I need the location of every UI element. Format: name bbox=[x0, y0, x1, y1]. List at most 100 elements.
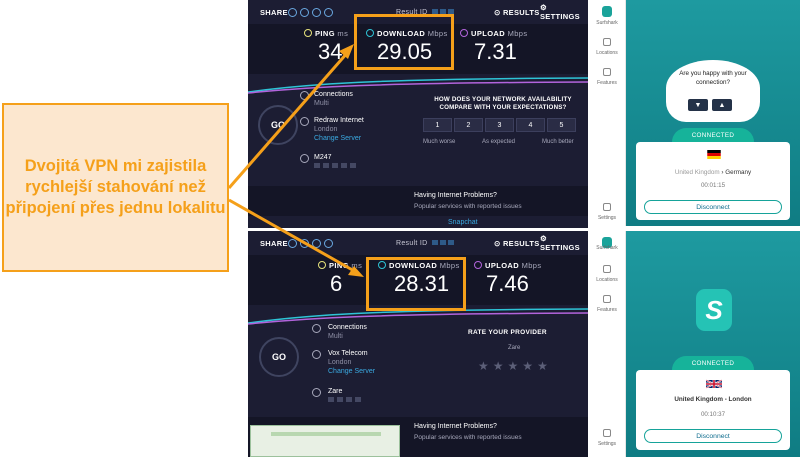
location-label: United Kingdom - London bbox=[674, 396, 752, 403]
features-icon[interactable] bbox=[603, 68, 611, 76]
brand-label: Surfshark bbox=[596, 20, 618, 26]
callout-text: Dvojitá VPN mi zajistila rychlejší staho… bbox=[5, 157, 226, 217]
more-icon[interactable] bbox=[324, 238, 333, 248]
settings-icon[interactable] bbox=[603, 203, 611, 211]
share-icons bbox=[288, 7, 333, 17]
feedback-question: Are you happy with your connection? bbox=[679, 70, 747, 86]
connection-timer: 00:10:37 bbox=[700, 411, 726, 418]
results-button[interactable]: ⊙ RESULTS bbox=[494, 239, 540, 248]
scale-mid-label: As expected bbox=[482, 139, 516, 145]
locations-icon[interactable] bbox=[603, 265, 611, 273]
rating-5[interactable]: 5 bbox=[547, 118, 576, 132]
connections-icon bbox=[300, 91, 309, 100]
twitter-icon[interactable] bbox=[300, 7, 309, 17]
star-icon[interactable]: ★ bbox=[478, 359, 489, 373]
settings-icon[interactable] bbox=[603, 429, 611, 437]
speed-graph bbox=[248, 74, 588, 94]
rating-2[interactable]: 2 bbox=[454, 118, 483, 132]
download-highlight-top bbox=[354, 14, 454, 70]
twitter-icon[interactable] bbox=[300, 238, 309, 248]
rate-provider-title: RATE YOUR PROVIDER bbox=[468, 329, 547, 336]
ping-icon bbox=[304, 29, 312, 37]
thumbs-up-icon[interactable]: ▲ bbox=[712, 99, 732, 111]
more-icon[interactable] bbox=[324, 7, 333, 17]
nav-features[interactable]: Features bbox=[588, 80, 626, 86]
problems-title: Having Internet Problems? bbox=[414, 423, 497, 430]
nav-locations[interactable]: Locations bbox=[588, 50, 626, 56]
result-id: Result ID bbox=[396, 240, 454, 247]
nav-settings[interactable]: Settings bbox=[588, 215, 626, 221]
connections-info: Connections Multi bbox=[328, 324, 367, 340]
change-server-link[interactable]: Change Server bbox=[314, 134, 364, 143]
nav-features[interactable]: Features bbox=[588, 307, 626, 313]
uk-flag-icon bbox=[706, 379, 722, 389]
ad-image bbox=[250, 425, 400, 457]
upload-label: UPLOAD Mbps bbox=[460, 29, 528, 38]
thumbs-down-icon[interactable]: ▼ bbox=[688, 99, 708, 111]
upload-value: 7.31 bbox=[474, 39, 517, 64]
annotation-callout: Dvojitá VPN mi zajistila rychlejší staho… bbox=[2, 103, 229, 272]
brand-label: Surfshark bbox=[596, 245, 618, 251]
germany-flag-icon bbox=[707, 150, 721, 159]
host-info: M247 bbox=[314, 153, 359, 171]
speedtest-header: SHARE Result ID ⊙ RESULTS ⚙ SETTINGS bbox=[248, 231, 588, 255]
upload-icon bbox=[474, 261, 482, 269]
isp-info: Vox Telecom London Change Server bbox=[328, 350, 376, 376]
connections-info: Connections Multi bbox=[314, 91, 353, 107]
share-label: SHARE bbox=[260, 238, 288, 248]
survey-title: HOW DOES YOUR NETWORK AVAILABILITY COMPA… bbox=[434, 96, 572, 111]
upload-value: 7.46 bbox=[486, 271, 529, 296]
surfshark-app-single-vpn: Surfshark Locations Features Settings S … bbox=[588, 231, 800, 457]
share-label: SHARE bbox=[260, 7, 288, 17]
facebook-icon[interactable] bbox=[312, 238, 321, 248]
route-label: United Kingdom › Germany bbox=[674, 169, 752, 176]
settings-button[interactable]: ⚙ SETTINGS bbox=[540, 234, 588, 252]
user-icon bbox=[312, 388, 321, 397]
host-info: Zare bbox=[328, 387, 364, 405]
star-icon[interactable]: ★ bbox=[522, 359, 533, 373]
link-icon[interactable] bbox=[288, 7, 297, 17]
globe-icon bbox=[300, 117, 309, 126]
disconnect-button[interactable]: Disconnect bbox=[644, 429, 782, 443]
disconnect-button[interactable]: Disconnect bbox=[644, 200, 782, 214]
globe-icon bbox=[312, 350, 321, 359]
scale-high-label: Much better bbox=[542, 139, 574, 145]
results-button[interactable]: ⊙ RESULTS bbox=[494, 8, 540, 17]
user-icon bbox=[300, 154, 309, 163]
locations-icon[interactable] bbox=[603, 38, 611, 46]
ping-value: 6 bbox=[330, 271, 343, 296]
facebook-icon[interactable] bbox=[312, 7, 321, 17]
rating-4[interactable]: 4 bbox=[516, 118, 545, 132]
share-icons bbox=[288, 238, 333, 248]
problems-subtitle: Popular services with reported issues bbox=[414, 203, 522, 210]
upload-icon bbox=[460, 29, 468, 37]
star-icon[interactable]: ★ bbox=[493, 359, 504, 373]
link-icon[interactable] bbox=[288, 238, 297, 248]
connection-timer: 00:01:15 bbox=[700, 182, 726, 189]
settings-button[interactable]: ⚙ SETTINGS bbox=[540, 3, 588, 21]
features-icon[interactable] bbox=[603, 295, 611, 303]
go-button[interactable]: GO bbox=[259, 337, 299, 377]
upload-label: UPLOAD Mbps bbox=[474, 261, 542, 270]
surfshark-sidebar: Surfshark Locations Features Settings bbox=[588, 0, 626, 226]
star-icon[interactable]: ★ bbox=[537, 359, 548, 373]
scale-low-label: Much worse bbox=[423, 139, 456, 145]
nav-locations[interactable]: Locations bbox=[588, 277, 626, 283]
surfshark-main: Are you happy with your connection? ▼ ▲ … bbox=[626, 0, 800, 226]
problems-title: Having Internet Problems? bbox=[414, 192, 497, 199]
rating-1[interactable]: 1 bbox=[423, 118, 452, 132]
star-icon[interactable]: ★ bbox=[508, 359, 519, 373]
nav-settings[interactable]: Settings bbox=[588, 441, 626, 447]
screenshot-composite: SHARE Result ID ⊙ RESULTS ⚙ SETTINGS PIN… bbox=[0, 0, 800, 457]
rating-3[interactable]: 3 bbox=[485, 118, 514, 132]
download-highlight-bottom bbox=[366, 257, 466, 311]
change-server-link[interactable]: Change Server bbox=[328, 367, 375, 376]
go-button[interactable]: GO bbox=[258, 105, 298, 145]
connected-status: CONNECTED bbox=[672, 356, 754, 370]
service-link[interactable]: Snapchat bbox=[448, 219, 478, 226]
problems-banner: Having Internet Problems? Popular servic… bbox=[248, 186, 588, 216]
provider-name: Zare bbox=[508, 345, 521, 351]
connected-status: CONNECTED bbox=[672, 128, 754, 142]
ping-label: PING ms bbox=[304, 29, 348, 38]
rating-scale: 1 2 3 4 5 bbox=[423, 118, 576, 132]
